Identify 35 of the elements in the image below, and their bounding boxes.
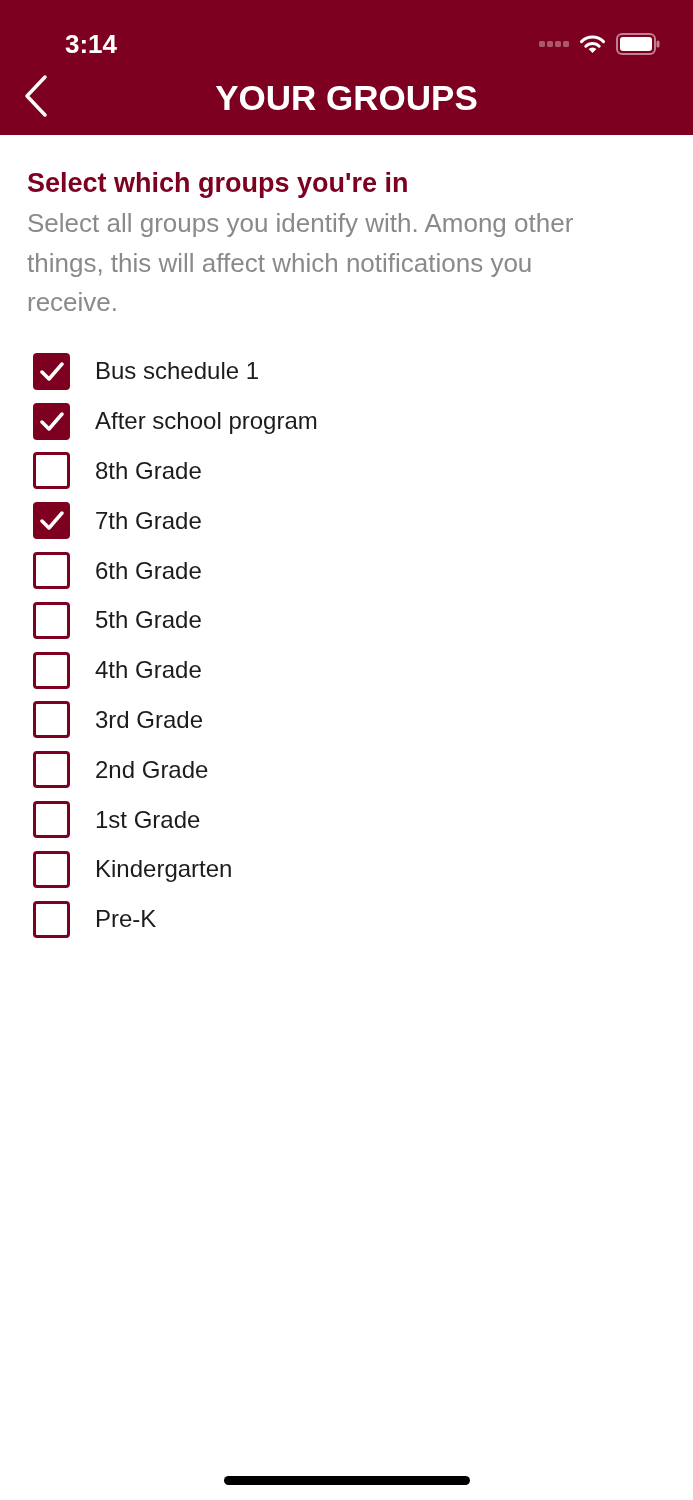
checkbox-label[interactable]: 1st Grade <box>95 804 201 835</box>
checkbox-label[interactable]: Bus schedule 1 <box>95 356 260 387</box>
section-heading: Select which groups you're in <box>27 167 410 200</box>
checkbox[interactable] <box>33 601 70 639</box>
wifi-icon <box>579 34 606 54</box>
checkmark-icon <box>39 411 64 431</box>
checkbox-label[interactable]: 3rd Grade <box>95 704 204 735</box>
checkbox-label[interactable]: 8th Grade <box>95 456 202 486</box>
checkbox-label[interactable]: Pre-K <box>95 904 157 935</box>
checkbox[interactable] <box>33 651 70 689</box>
checkmark-icon <box>39 361 64 381</box>
checkbox[interactable] <box>33 900 70 938</box>
checkbox[interactable] <box>33 402 70 440</box>
checkbox[interactable] <box>33 352 70 390</box>
checkbox[interactable] <box>33 751 70 789</box>
battery-icon <box>616 33 660 55</box>
checkbox[interactable] <box>33 701 70 739</box>
checkbox-label[interactable]: 5th Grade <box>95 605 202 636</box>
checkbox-label[interactable]: 4th Grade <box>95 655 202 686</box>
checkbox[interactable] <box>33 801 70 839</box>
checkbox-label[interactable]: Kindergarten <box>95 854 233 885</box>
checkbox-label[interactable]: After school program <box>95 406 318 437</box>
section-description: Select all groups you identify with. Among other things, this will affect which notifications you receive. <box>27 207 575 319</box>
status-time: 3:14 <box>65 28 118 60</box>
signal-dots-icon <box>539 41 569 47</box>
checkbox-label[interactable]: 2nd Grade <box>95 754 209 785</box>
checkbox[interactable] <box>33 850 70 888</box>
checkmark-icon <box>39 511 64 531</box>
screen-title: YOUR GROUPS <box>215 76 478 119</box>
checkbox-label[interactable]: 7th Grade <box>95 505 202 536</box>
checkbox[interactable] <box>33 452 70 490</box>
chevron-left-icon <box>24 74 48 118</box>
checkbox[interactable] <box>33 552 70 590</box>
checkbox[interactable] <box>33 502 70 540</box>
checkbox-label[interactable]: 6th Grade <box>95 555 202 586</box>
